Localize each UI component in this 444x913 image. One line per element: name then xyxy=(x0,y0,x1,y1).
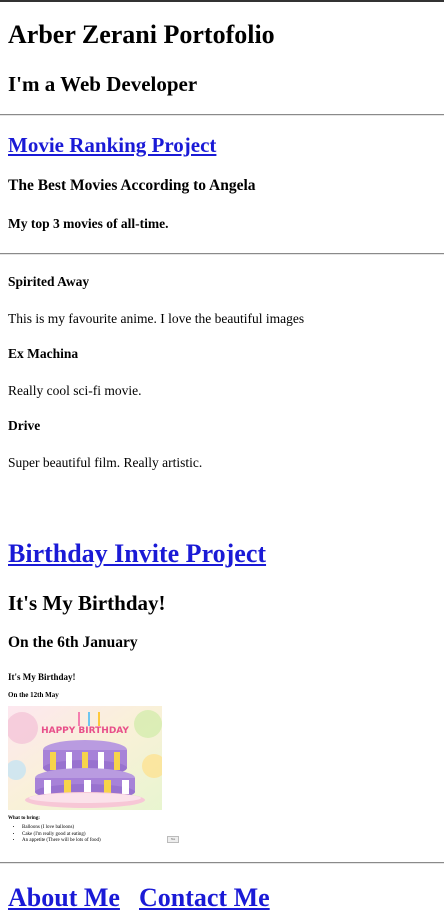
movie-title: Drive xyxy=(8,418,41,433)
birthday-date: On the 6th January xyxy=(8,634,138,651)
divider xyxy=(0,253,444,255)
divider xyxy=(0,862,444,864)
page-title: Arber Zerani Portofolio xyxy=(8,20,275,49)
embed-heading: It's My Birthday! xyxy=(8,672,76,682)
movie-description: This is my favourite anime. I love the b… xyxy=(8,311,305,326)
about-me-link[interactable]: About Me xyxy=(8,883,120,913)
movie-title: Ex Machina xyxy=(8,346,79,361)
embed-rsvp-button[interactable]: Yes xyxy=(167,836,179,843)
birthday-heading: It's My Birthday! xyxy=(8,591,166,615)
divider xyxy=(0,114,444,116)
birthday-invite-project-link[interactable]: Birthday Invite Project xyxy=(8,539,266,569)
movie-heading: The Best Movies According to Angela xyxy=(8,177,256,194)
movie-description: Super beautiful film. Really artistic. xyxy=(8,455,203,470)
embed-bring-label: What to bring: xyxy=(8,816,40,821)
list-item: An appetite (There will be lots of food) xyxy=(22,838,101,845)
movie-description: Really cool sci-fi movie. xyxy=(8,383,142,398)
movie-ranking-project-link[interactable]: Movie Ranking Project xyxy=(8,133,216,158)
contact-me-link[interactable]: Contact Me xyxy=(139,883,270,913)
portfolio-page: Arber Zerani Portofolio I'm a Web Develo… xyxy=(0,2,444,913)
embed-date: On the 12th May xyxy=(8,691,59,699)
page-subtitle: I'm a Web Developer xyxy=(8,72,198,96)
cake-topper-text: HAPPY BIRTHDAY xyxy=(41,726,129,736)
birthday-cake-image: HAPPY BIRTHDAY xyxy=(8,706,162,810)
movie-subheading: My top 3 movies of all-time. xyxy=(8,216,169,231)
embed-bring-list: Balloons (I love balloons) Cake (I'm rea… xyxy=(8,825,101,845)
movie-title: Spirited Away xyxy=(8,274,90,289)
